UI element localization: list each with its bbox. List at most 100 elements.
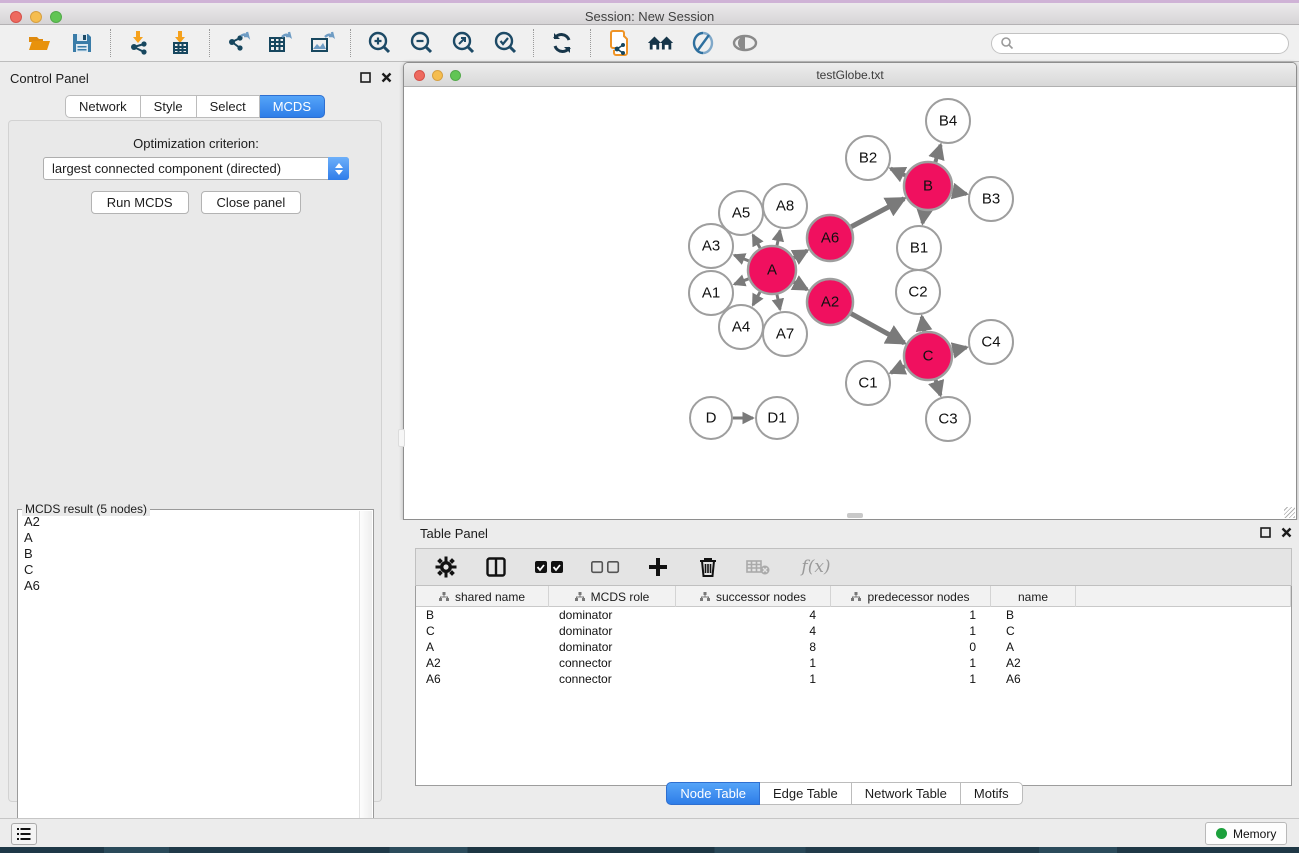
float-panel-icon[interactable] [360,72,371,83]
close-panel-icon[interactable] [1281,527,1292,538]
graph-edge-B-B1[interactable] [923,211,925,224]
open-file-icon[interactable] [26,29,54,57]
table-row[interactable]: Adominator80A [416,639,1291,655]
close-panel-icon[interactable] [381,72,392,83]
table-cell[interactable]: 0 [831,639,991,655]
graph-edge-A-A3[interactable] [734,255,748,261]
table-cell[interactable]: B [416,607,549,623]
graph-edge-B-B2[interactable] [891,169,906,176]
table-cell[interactable]: dominator [549,639,676,655]
table-cell[interactable]: C [991,623,1076,639]
table-cell[interactable]: B [991,607,1076,623]
table-cell[interactable]: 1 [676,655,831,671]
select-all-icon[interactable] [532,553,566,581]
graph-node-B1[interactable]: B1 [897,226,941,270]
table-cell[interactable]: A2 [991,655,1076,671]
result-item[interactable]: B [20,546,356,562]
graph-node-B2[interactable]: B2 [846,136,890,180]
deselect-all-icon[interactable] [588,553,622,581]
graph-edge-A-A7[interactable] [777,294,780,309]
import-table-icon[interactable] [167,29,195,57]
result-item[interactable]: A2 [20,514,356,530]
graph-node-C3[interactable]: C3 [926,397,970,441]
tab-network[interactable]: Network [65,95,141,118]
resize-grip-icon[interactable] [1284,507,1295,518]
table-cell[interactable]: dominator [549,623,676,639]
result-item[interactable]: A6 [20,578,356,594]
graph-node-A3[interactable]: A3 [689,224,733,268]
home-layout-icon[interactable] [647,29,675,57]
table-cell[interactable]: 4 [676,623,831,639]
graph-edge-A-A4[interactable] [753,292,760,305]
graph-node-D[interactable]: D [690,397,732,439]
memory-button[interactable]: Memory [1205,822,1287,845]
table-cell[interactable]: 8 [676,639,831,655]
column-header-name[interactable]: name [991,586,1076,607]
graph-node-A1[interactable]: A1 [689,271,733,315]
network-window-titlebar[interactable]: testGlobe.txt [404,63,1296,87]
graph-node-B3[interactable]: B3 [969,177,1013,221]
graph-edge-C-C2[interactable] [922,317,924,332]
result-item[interactable]: A [20,530,356,546]
table-cell[interactable]: A6 [991,671,1076,687]
table-cell[interactable]: 1 [831,671,991,687]
table-cell[interactable]: A [416,639,549,655]
table-cell[interactable]: A2 [416,655,549,671]
hide-panel-icon[interactable] [689,29,717,57]
table-cell[interactable]: C [416,623,549,639]
tab-style[interactable]: Style [141,95,197,118]
graph-edge-B-B3[interactable] [952,191,966,194]
tab-node-table[interactable]: Node Table [666,782,760,805]
table-row[interactable]: Bdominator41B [416,607,1291,623]
graph-node-A7[interactable]: A7 [763,312,807,356]
graph-node-C1[interactable]: C1 [846,361,890,405]
export-image-icon[interactable] [308,29,336,57]
mcds-result-list[interactable]: A2ABCA6 [20,514,356,594]
graph-edge-B-B4[interactable] [935,145,940,162]
table-cell[interactable]: 1 [676,671,831,687]
graph-node-D1[interactable]: D1 [756,397,798,439]
close-panel-button[interactable]: Close panel [201,191,302,214]
criterion-dropdown[interactable]: largest connected component (directed) [43,157,349,180]
delete-column-icon[interactable] [694,553,722,581]
zoom-fit-icon[interactable] [449,29,477,57]
graph-node-A[interactable]: A [748,246,796,294]
graph-edge-A-A6[interactable] [794,251,807,258]
table-cell[interactable]: 4 [676,607,831,623]
refresh-icon[interactable] [548,29,576,57]
graph-edge-A6-B[interactable] [851,199,904,227]
add-column-icon[interactable] [644,553,672,581]
graph-edge-A-A2[interactable] [794,282,807,289]
save-session-icon[interactable] [68,29,96,57]
graph-edge-C-C4[interactable] [952,347,966,350]
graph-node-A8[interactable]: A8 [763,184,807,228]
graph-node-B[interactable]: B [904,162,952,210]
table-cell[interactable]: connector [549,671,676,687]
result-item[interactable]: C [20,562,356,578]
zoom-out-icon[interactable] [407,29,435,57]
graph-edge-A2-C[interactable] [851,314,904,343]
graph-edge-C-C1[interactable] [891,366,905,372]
table-row[interactable]: A2connector11A2 [416,655,1291,671]
zoom-selected-icon[interactable] [491,29,519,57]
float-panel-icon[interactable] [1260,527,1271,538]
graph-node-C4[interactable]: C4 [969,320,1013,364]
new-network-from-selection-icon[interactable] [605,29,633,57]
show-panel-eye-icon[interactable] [731,29,759,57]
column-header-predecessor-nodes[interactable]: predecessor nodes [831,586,991,607]
column-header-shared-name[interactable]: shared name [416,586,549,607]
tab-edge-table[interactable]: Edge Table [760,782,852,805]
search-field[interactable] [991,33,1289,54]
gear-icon[interactable] [432,553,460,581]
search-input[interactable] [1019,36,1280,50]
result-scrollbar[interactable] [359,511,372,843]
table-cell[interactable]: A6 [416,671,549,687]
tab-mcds[interactable]: MCDS [260,95,325,118]
column-header-MCDS-role[interactable]: MCDS role [549,586,676,607]
run-mcds-button[interactable]: Run MCDS [91,191,189,214]
graph-node-A4[interactable]: A4 [719,305,763,349]
network-canvas[interactable]: B4B2BB3A8A5A6A3B1AA1C2A2A4A7C4CC1DD1C3 [404,87,1296,519]
column-view-icon[interactable] [482,553,510,581]
graph-edge-C-C3[interactable] [936,380,941,395]
export-network-icon[interactable] [224,29,252,57]
